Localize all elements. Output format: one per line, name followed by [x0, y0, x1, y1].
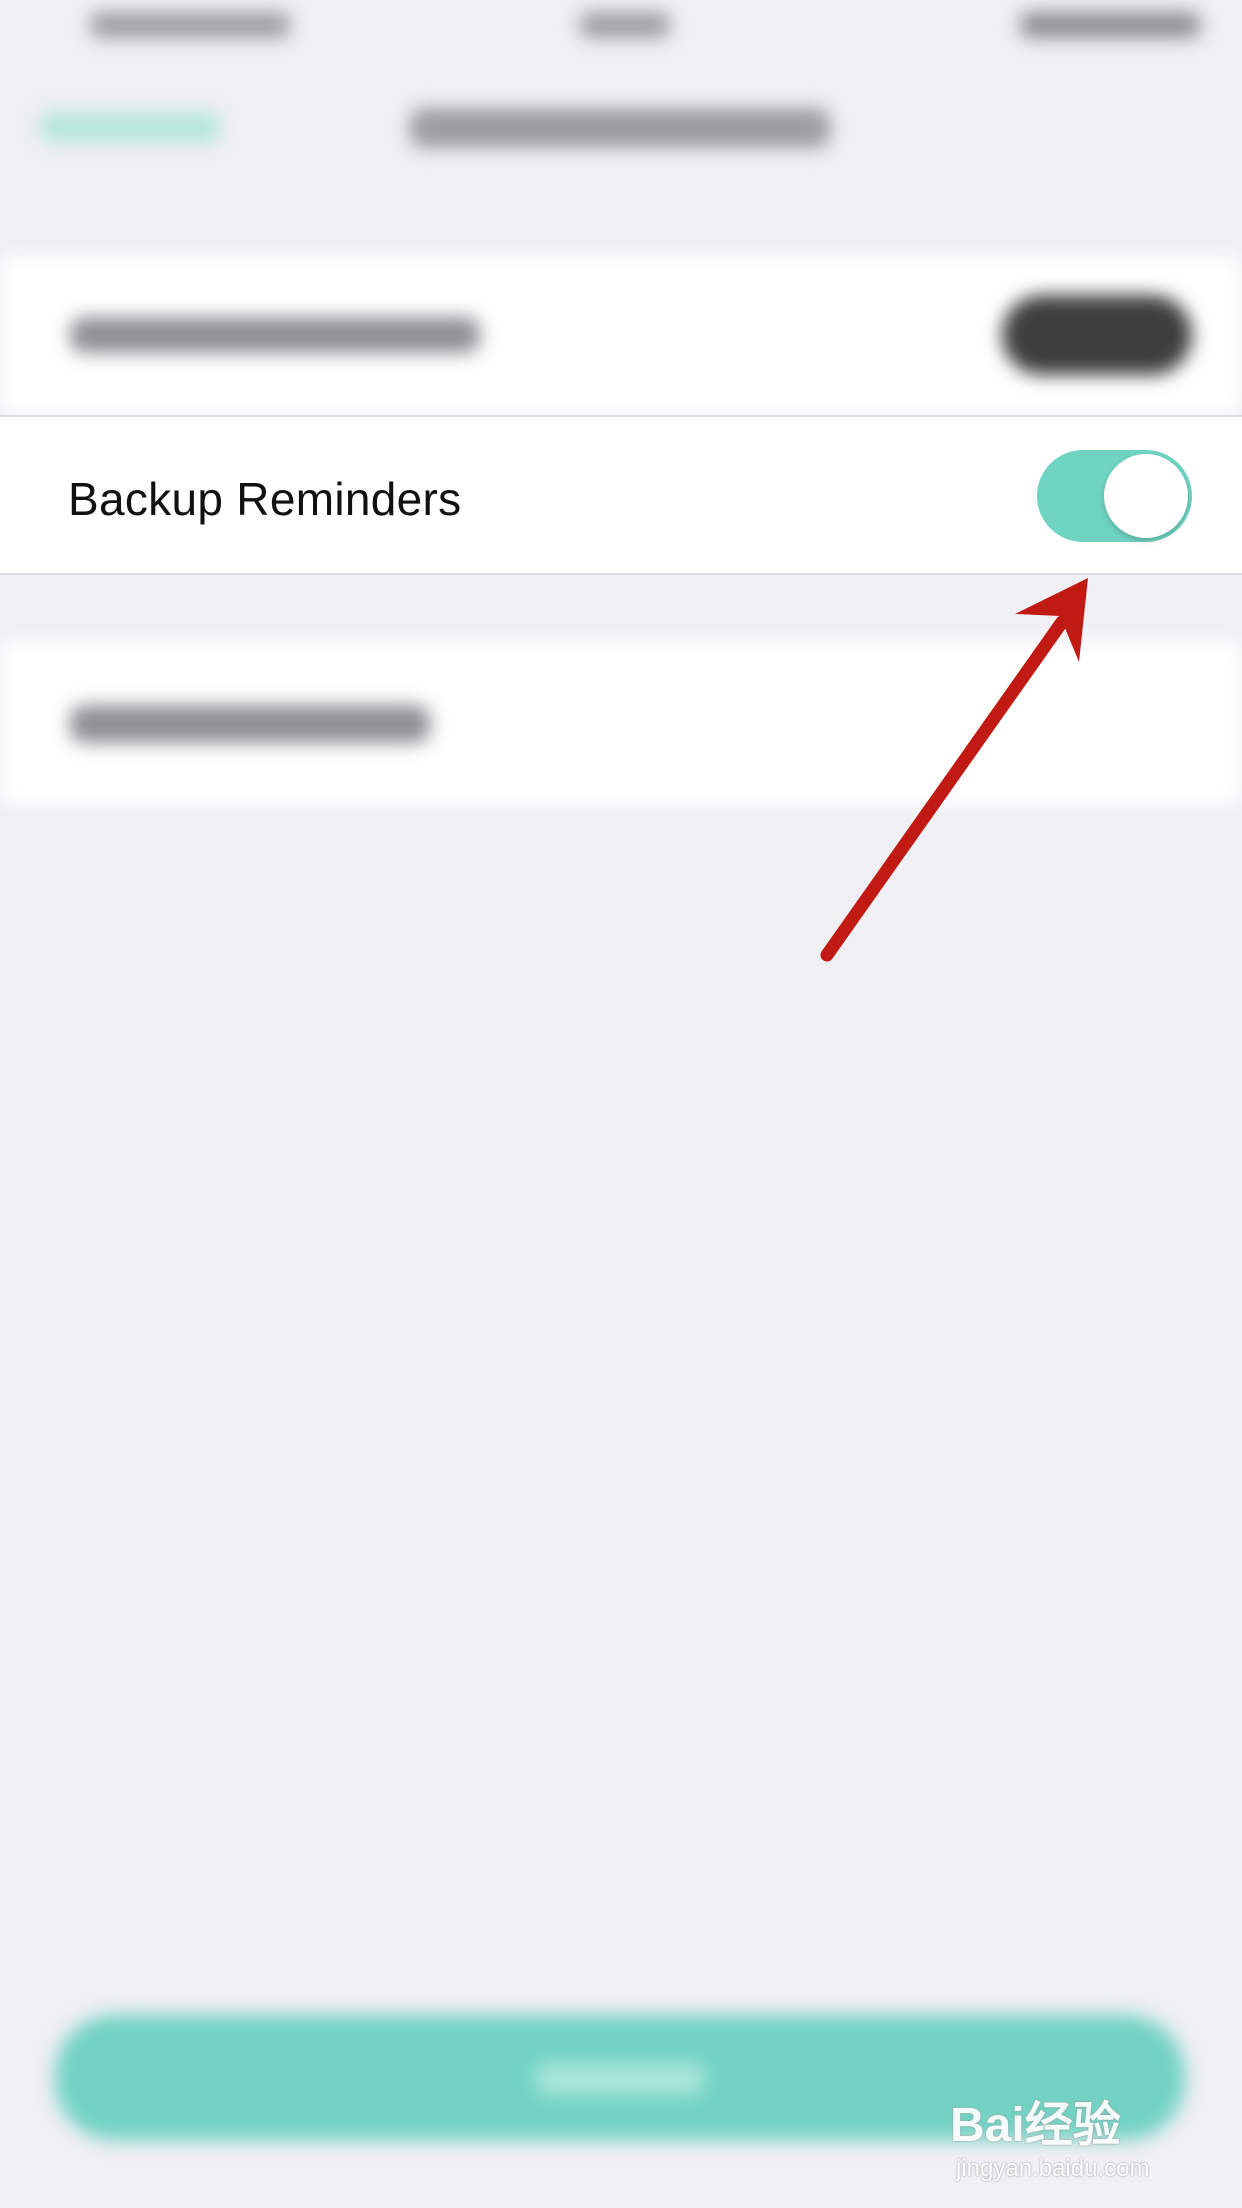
status-time-blurred — [580, 12, 670, 38]
bottom-action-button-label-blurred — [535, 2063, 705, 2095]
watermark: Bai经验 jingyan.baidu.com — [950, 2085, 1210, 2185]
status-battery-blurred — [1020, 12, 1200, 38]
watermark-url: jingyan.baidu.com — [956, 2155, 1150, 2182]
status-bar — [0, 0, 1242, 60]
settings-row-bottom[interactable] — [0, 640, 1242, 805]
settings-row-top-label-blurred — [70, 317, 480, 353]
watermark-logo: Bai经验 — [950, 2099, 1121, 2152]
back-button-blurred[interactable] — [40, 112, 220, 142]
settings-row-backup-reminders: Backup Reminders — [0, 415, 1242, 575]
toggle-knob — [1104, 454, 1188, 538]
backup-reminders-toggle[interactable] — [1037, 450, 1192, 542]
settings-row-top[interactable] — [0, 255, 1242, 415]
status-carrier-blurred — [90, 12, 290, 38]
settings-row-top-control-blurred[interactable] — [1002, 295, 1192, 375]
page-title-blurred — [410, 108, 830, 148]
nav-bar — [0, 60, 1242, 200]
settings-row-bottom-label-blurred — [70, 705, 430, 743]
backup-reminders-label: Backup Reminders — [68, 473, 462, 525]
